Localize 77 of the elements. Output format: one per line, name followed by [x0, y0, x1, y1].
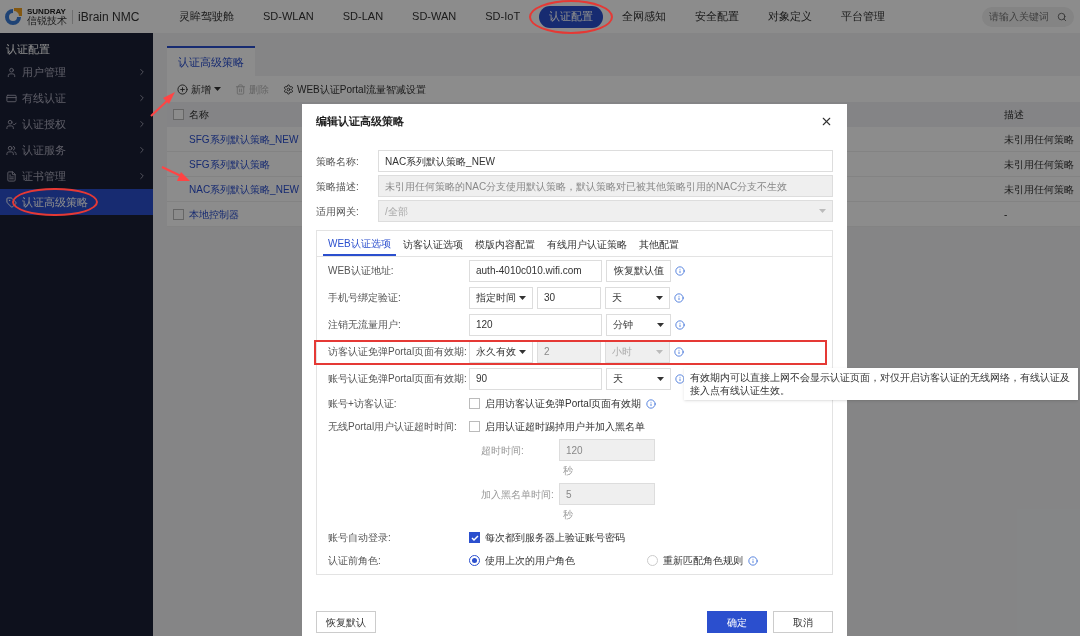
table-cell-text: 未引用任何策略 — [1004, 157, 1075, 172]
dialog-tab[interactable]: 模版内容配置 — [469, 232, 540, 256]
checkbox-label: 启用认证超时踢掉用户并加入黑名单 — [485, 420, 645, 434]
table-cell-link[interactable]: 本地控制器 — [189, 206, 239, 222]
field-label: 账号+访客认证: — [328, 397, 398, 411]
nav-tab[interactable]: SD-WLAN — [253, 5, 324, 28]
brand-name: SUNDRAY — [27, 7, 67, 16]
add-button[interactable]: 新增 — [177, 81, 221, 97]
input-field[interactable]: 5 — [559, 483, 655, 505]
radio-label: 重新匹配角色规则 — [663, 554, 743, 568]
column-header: 描述 — [1004, 108, 1025, 122]
dialog-tab[interactable]: 有线用户认证策略 — [541, 232, 632, 256]
input-field[interactable]: 30 — [537, 286, 601, 309]
field-label: 加入黑名单时间: — [480, 487, 555, 502]
sidebar-item[interactable]: 认证服务 — [0, 137, 153, 163]
table-cell-link[interactable]: SFG系列默认策略 — [189, 156, 270, 172]
select-field[interactable]: 指定时间 — [469, 286, 533, 309]
select-field[interactable]: 天 — [606, 367, 671, 390]
nav-tab[interactable]: SD-WAN — [402, 5, 467, 28]
table-cell-text: 未引用任何策略 — [1004, 132, 1075, 147]
table-cell-text: - — [1004, 207, 1009, 222]
select-field[interactable]: 天 — [605, 286, 670, 309]
input-field[interactable]: auth-4010c010.wifi.com — [469, 259, 602, 282]
tooltip: 有效期内可以直接上网不会显示认证页面，对仅开启访客认证的无线网络，有线认证及接入点有线认证生效。 — [684, 368, 1078, 400]
brand-name-cn: 信锐技术 — [27, 15, 67, 26]
field-label: 超时时间: — [480, 443, 525, 458]
sidebar-item[interactable]: 有线认证 — [0, 85, 153, 111]
select-field[interactable]: 分钟 — [606, 313, 671, 336]
table-cell-link[interactable]: SFG系列默认策略_NEW — [189, 131, 299, 147]
input-field[interactable]: 120 — [469, 313, 602, 336]
input-field[interactable]: 90 — [469, 367, 602, 390]
nav-tab[interactable]: SD-IoT — [475, 5, 531, 28]
field-label: 访客认证免弹Portal页面有效期: — [328, 345, 468, 359]
field-label: 账号认证免弹Portal页面有效期: — [328, 372, 468, 386]
dialog-tab[interactable]: 其他配置 — [633, 232, 684, 256]
field-label: 注销无流量用户: — [328, 318, 402, 332]
nav-tab[interactable]: 对象定义 — [758, 5, 823, 28]
radio-label: 使用上次的用户角色 — [485, 554, 575, 568]
dialog-tab[interactable]: 访客认证选项 — [397, 232, 468, 256]
field-label: 手机号绑定验证: — [328, 291, 402, 305]
nav-tab[interactable]: 安全配置 — [685, 5, 750, 28]
checkbox-label: 每次都到服务器上验证账号密码 — [485, 531, 625, 545]
nav-tab[interactable]: 平台管理 — [831, 5, 896, 28]
restore-defaults-button[interactable]: 恢复默认 — [316, 611, 376, 633]
unit-label: 秒 — [563, 464, 574, 478]
field-label: 无线Portal用户认证超时时间: — [328, 420, 458, 434]
sidebar-item[interactable]: 用户管理 — [0, 59, 153, 85]
field-label: 适用网关: — [316, 204, 360, 219]
field-label: 策略名称: — [316, 154, 360, 169]
sidebar-title: 认证配置 — [5, 42, 51, 57]
product-name: iBrain NMC — [78, 8, 140, 26]
field-label: 策略描述: — [316, 179, 360, 194]
field-label: 认证前角色: — [328, 554, 382, 568]
field-label: 账号自动登录: — [328, 531, 392, 545]
sidebar-item[interactable]: 认证授权 — [0, 111, 153, 137]
confirm-button[interactable]: 确定 — [707, 611, 767, 633]
table-cell-text: 未引用任何策略 — [1004, 182, 1075, 197]
nav-tab[interactable]: SD-LAN — [332, 5, 394, 28]
nav-tab[interactable]: 灵眸驾驶舱 — [169, 5, 244, 28]
field-label: WEB认证地址: — [328, 264, 395, 278]
table-cell-link[interactable]: NAC系列默认策略_NEW — [189, 181, 299, 197]
checkbox-label: 启用访客认证免弹Portal页面有效期 — [485, 397, 642, 411]
search-field[interactable]: 请输入关键词 — [982, 6, 1074, 27]
input-field[interactable]: 120 — [559, 439, 655, 461]
dialog-title: 编辑认证高级策略 — [316, 113, 404, 129]
sidebar-item[interactable]: 认证高级策略 — [0, 189, 153, 215]
cancel-button[interactable]: 取消 — [773, 611, 833, 633]
dialog-tab[interactable]: WEB认证选项 — [323, 232, 396, 256]
restore-default-button[interactable]: 恢复默认值 — [606, 259, 671, 282]
input-field[interactable]: NAC系列默认策略_NEW — [378, 150, 833, 172]
unit-label: 秒 — [563, 508, 574, 522]
nav-tab[interactable]: 认证配置 — [539, 5, 604, 28]
settings-button[interactable]: WEB认证Portal流量智减设置 — [283, 81, 426, 97]
column-header: 名称 — [189, 108, 209, 122]
nav-tab[interactable]: 全网感知 — [612, 5, 677, 28]
page-tab[interactable]: 认证高级策略 — [167, 46, 255, 76]
sidebar-item[interactable]: 证书管理 — [0, 163, 153, 189]
